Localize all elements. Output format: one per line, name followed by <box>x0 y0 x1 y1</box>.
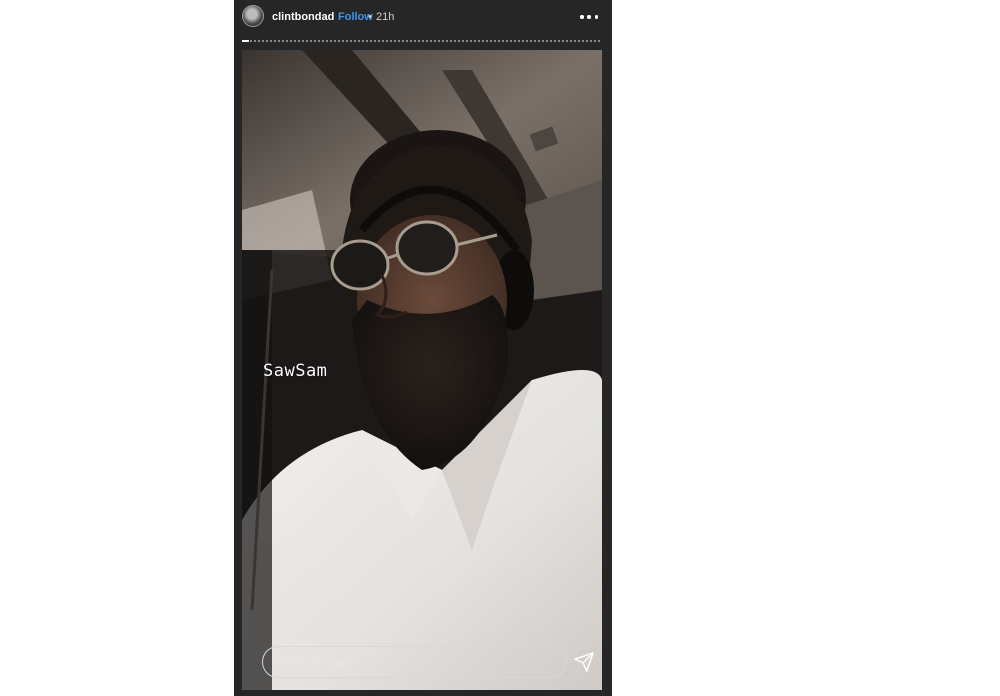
username[interactable]: clintbondad <box>272 11 334 23</box>
story-viewer: clintbondad Follow • 21h SawSam Send Mes… <box>234 0 612 696</box>
story-progress-bar <box>242 40 601 42</box>
story-progress-fill <box>242 40 250 42</box>
separator-dot: • <box>368 11 372 23</box>
avatar[interactable] <box>242 5 264 27</box>
story-header: clintbondad Follow • 21h <box>234 0 612 34</box>
paper-plane-icon[interactable] <box>573 651 595 673</box>
timestamp: 21h <box>376 11 395 23</box>
dot <box>580 15 584 19</box>
dot <box>594 15 598 19</box>
story-caption: SawSam <box>263 361 328 381</box>
dot <box>587 15 591 19</box>
send-message-input[interactable] <box>262 646 567 678</box>
story-media[interactable]: SawSam <box>242 50 602 690</box>
more-options-icon[interactable] <box>580 10 598 24</box>
